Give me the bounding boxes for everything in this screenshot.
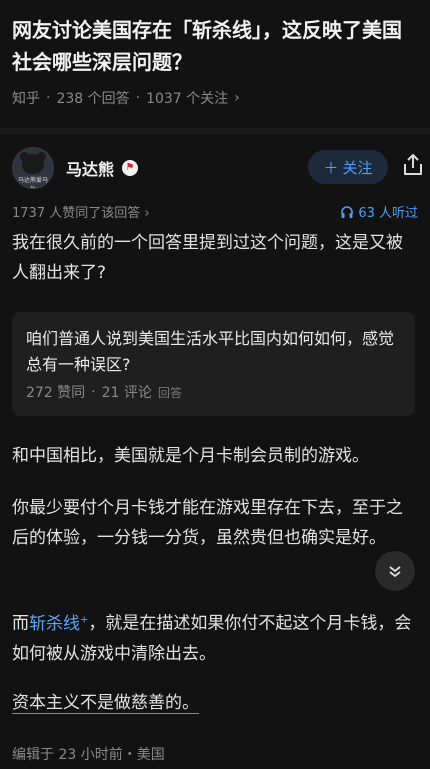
author-name[interactable]: 马达熊	[66, 156, 114, 180]
card-tag: 回答	[157, 385, 182, 400]
card-likes: 272 赞同	[26, 385, 86, 401]
headphones-icon	[341, 205, 354, 218]
edit-info: 编辑于 23 小时前・美国	[12, 747, 165, 763]
plus-icon: ＋	[323, 158, 339, 177]
answer-paragraph: 和中国相比，美国就是个月卡制会员制的游戏。	[12, 446, 369, 466]
source-label: 知乎	[12, 91, 40, 107]
collapse-button[interactable]	[375, 551, 415, 591]
follow-button[interactable]: ＋ 关注	[308, 150, 388, 184]
author-row: 马达熊爱马仕 马达熊 ⚑ ＋ 关注	[12, 146, 422, 190]
answer-count: 238 个回答	[56, 91, 130, 107]
badge-icon: ⚑	[122, 160, 139, 176]
answer-paragraph: 我在很久前的一个回答里提到过这个问题，这是又被人翻出来了?	[12, 233, 403, 283]
answer-paragraph: 而斩杀线+，就是在描述如果你付不起这个月卡钱，会如何被从游戏中清除出去。	[12, 613, 412, 664]
follower-count: 1037 个关注	[146, 91, 229, 107]
follow-label: 关注	[342, 158, 373, 177]
chevron-down-icon	[389, 566, 401, 578]
answer-paragraph: 你最少要付个月卡钱才能在游戏里存在下去，至于之后的体验，一分钱一分货，虽然贵但也…	[12, 498, 403, 548]
card-meta: 272 赞同 · 21 评论 回答	[26, 384, 182, 401]
share-icon[interactable]	[400, 152, 426, 178]
card-comments: 21 评论	[101, 385, 152, 401]
answer-paragraph: 资本主义不是做慈善的。	[12, 693, 199, 713]
question-meta[interactable]: 知乎 · 238 个回答 · 1037 个关注 ›	[12, 88, 240, 108]
linked-answer-card[interactable]: 咱们普通人说到美国生活水平比国内如何如何，感觉总有一种误区? 272 赞同 · …	[12, 312, 415, 416]
chevron-right-icon: ›	[234, 90, 240, 106]
card-title: 咱们普通人说到美国生活水平比国内如何如何，感觉总有一种误区?	[26, 329, 395, 374]
keyword-link[interactable]: 斩杀线+	[29, 614, 88, 634]
chevron-right-icon: ›	[144, 206, 150, 221]
question-title[interactable]: 网友讨论美国存在「斩杀线」，这反映了美国社会哪些深层问题？	[12, 14, 420, 78]
likes-summary[interactable]: 1737 人赞同了该回答 ›	[12, 202, 150, 221]
listen-button[interactable]: 63 人听过	[340, 202, 418, 221]
section-divider	[0, 128, 430, 134]
avatar[interactable]: 马达熊爱马仕	[12, 147, 54, 189]
answer-stats: 1737 人赞同了该回答 › 63 人听过	[12, 202, 418, 222]
avatar-caption: 马达熊爱马仕	[17, 177, 48, 188]
